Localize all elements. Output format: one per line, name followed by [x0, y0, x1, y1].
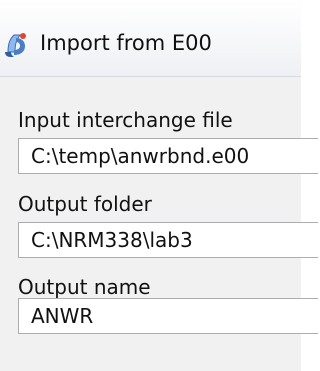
output-name-label: Output name — [18, 275, 151, 299]
input-file-field[interactable]: C:\temp\anwrbnd.e00 — [18, 138, 318, 174]
title-bar: Import from E00 — [0, 0, 301, 77]
output-name-field[interactable]: ANWR — [18, 298, 318, 334]
output-folder-field[interactable]: C:\NRM338\lab3 — [18, 222, 318, 258]
window-title: Import from E00 — [40, 31, 212, 55]
arcgis-tool-icon — [5, 33, 26, 57]
output-folder-label: Output folder — [18, 192, 152, 216]
input-file-label: Input interchange file — [18, 108, 233, 132]
